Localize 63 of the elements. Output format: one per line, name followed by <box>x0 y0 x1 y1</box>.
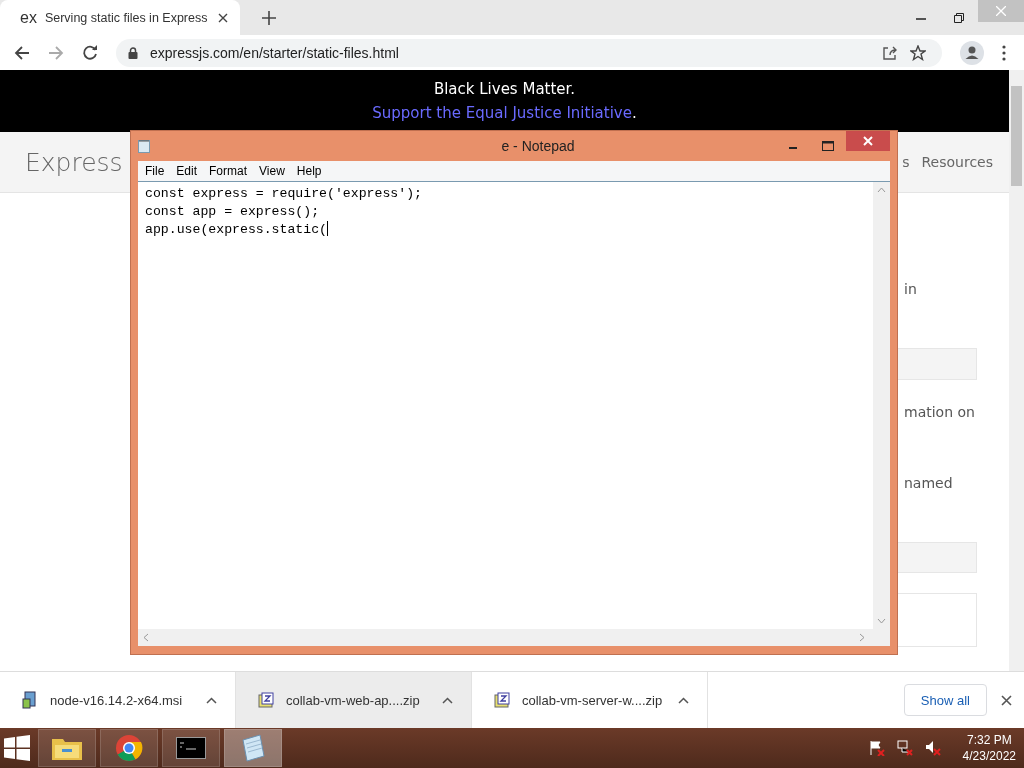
close-icon[interactable] <box>218 12 228 23</box>
taskbar-button[interactable] <box>224 729 282 767</box>
close-icon <box>863 136 873 146</box>
taskbar-button[interactable] <box>38 729 96 767</box>
flag-icon[interactable] <box>868 740 885 756</box>
star-icon[interactable] <box>910 44 926 61</box>
share-icon[interactable] <box>882 44 898 61</box>
banner-headline: Black Lives Matter. <box>433 80 576 98</box>
scrollbar[interactable] <box>1009 70 1024 671</box>
url-text: expressjs.com/en/starter/static-files.html <box>150 44 399 61</box>
nav-link[interactable]: s <box>902 154 910 170</box>
text-editor[interactable]: const express = require('express'); const app = express(); app.use(express.static( <box>138 182 890 646</box>
page-text: in <box>903 281 918 297</box>
text-cursor <box>327 221 329 236</box>
restore-icon[interactable] <box>954 12 964 23</box>
browser-tab[interactable]: ex Serving static files in Express <box>0 0 240 35</box>
address-bar[interactable]: expressjs.com/en/starter/static-files.html <box>116 38 942 67</box>
download-item[interactable]: collab-vm-web-ap....zip <box>236 672 472 728</box>
clock-date[interactable]: 4/23/2022 <box>962 748 1016 764</box>
clock-time[interactable]: 7:32 PM <box>966 732 1012 748</box>
site-logo[interactable]: Express <box>25 147 123 177</box>
close-icon[interactable] <box>1001 694 1012 706</box>
banner-link-line: Support the Equal Justice Initiative. <box>372 104 637 122</box>
tab-title: Serving static files in Express <box>44 10 209 25</box>
back-icon[interactable] <box>14 44 30 61</box>
nav-link[interactable]: Resources <box>921 154 993 170</box>
menu-item[interactable]: Help <box>290 164 328 178</box>
installer-icon <box>22 691 38 709</box>
taskbar-button[interactable] <box>162 729 220 767</box>
network-icon[interactable] <box>896 740 913 756</box>
menu-item[interactable]: View <box>253 164 291 178</box>
notepad-icon <box>240 734 266 762</box>
speaker-icon[interactable] <box>924 740 941 756</box>
taskbar-button[interactable] <box>100 729 158 767</box>
menu-item[interactable]: File <box>139 164 171 178</box>
menu-item[interactable]: Format <box>203 164 254 178</box>
archive-icon <box>494 692 510 708</box>
code-line: app.use(express.static( <box>145 221 329 239</box>
menu-icon[interactable] <box>1002 44 1006 61</box>
show-all-button[interactable]: Show all <box>903 684 987 716</box>
profile-icon[interactable] <box>960 40 984 65</box>
banner-link[interactable]: Support the Equal Justice Initiative <box>372 104 632 122</box>
notepad-icon <box>138 139 150 153</box>
page-text: mation on <box>903 403 976 420</box>
code-line: const express = require('express'); <box>145 185 422 203</box>
caret-icon[interactable] <box>678 696 689 704</box>
lock-icon <box>128 46 138 59</box>
window-title: e - Notepad <box>501 138 575 154</box>
caret-icon[interactable] <box>206 696 217 704</box>
terminal-icon <box>176 737 206 759</box>
new-tab-icon[interactable] <box>262 10 276 25</box>
favicon: ex <box>20 8 37 27</box>
code-line: const app = express(); <box>145 203 320 221</box>
start-icon[interactable] <box>4 735 30 761</box>
maximize-icon[interactable] <box>822 141 834 151</box>
close-icon <box>996 6 1006 16</box>
caret-icon[interactable] <box>442 696 453 704</box>
browser-icon <box>115 734 143 762</box>
close-button[interactable] <box>846 131 890 151</box>
archive-icon <box>258 692 274 708</box>
reload-icon[interactable] <box>82 44 98 61</box>
menu-item[interactable]: Edit <box>170 164 204 178</box>
page-text: named <box>903 474 954 491</box>
